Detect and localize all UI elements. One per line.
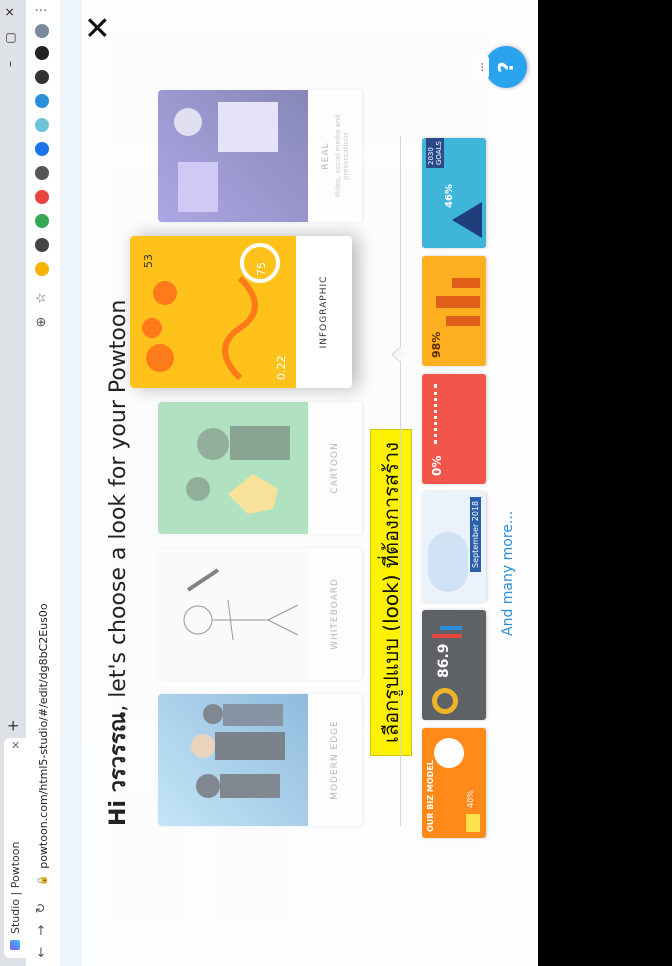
- minimize-button[interactable]: –: [3, 54, 17, 74]
- infographic-image: 75 53 0.22: [130, 236, 296, 388]
- and-many-more-link[interactable]: And many more...: [500, 511, 516, 636]
- cartoon-image: [158, 402, 308, 534]
- infographic-template-thumbnail[interactable]: 0%: [422, 374, 486, 484]
- rotated-screen: Studio | Powtoon × + – ▢ ✕ ← → ↻ 🔒 powto…: [0, 0, 672, 966]
- building-shape: [452, 278, 480, 288]
- greeting: Hi: [106, 800, 131, 826]
- new-tab-button[interactable]: +: [4, 719, 22, 732]
- black-margin: [538, 0, 672, 966]
- forward-icon[interactable]: →: [34, 922, 49, 938]
- sketch-figure-illustration: [183, 568, 299, 641]
- note-shape: [466, 814, 480, 832]
- style-card-real[interactable]: REAL Video, social media and presentatio…: [158, 90, 362, 222]
- zoom-icon[interactable]: ⊕: [34, 314, 49, 330]
- extension-icon[interactable]: [35, 238, 49, 252]
- thumbnail-title: September 2018: [470, 496, 481, 572]
- style-card-label: INFOGRAPHIC: [296, 236, 352, 388]
- building-shape: [446, 316, 480, 326]
- infographic-value: 0.22: [275, 356, 288, 381]
- mountain-shape: [452, 202, 482, 238]
- puzzle-extensions-icon[interactable]: [35, 46, 49, 60]
- infographic-illustration: 75 53 0.22: [142, 243, 288, 381]
- whiteboard-image: [158, 548, 308, 680]
- powtoon-favicon-icon: [10, 940, 20, 950]
- extension-icon[interactable]: [35, 94, 49, 108]
- style-name: MODERN EDGE: [330, 720, 340, 800]
- close-window-button[interactable]: ✕: [3, 2, 17, 22]
- extension-icon[interactable]: [35, 166, 49, 180]
- thai-instruction-caption: เลือกรูปแบบ (look) ที่ต้องการสร้าง: [370, 429, 412, 756]
- style-card-infographic[interactable]: 75 53 0.22 INFOGRAPHIC: [130, 236, 352, 388]
- thumbnail-value: 98%: [430, 331, 443, 358]
- help-button[interactable]: ··· ?: [478, 46, 527, 88]
- thumbnail-title: 2030 GOALS: [426, 138, 444, 168]
- style-description: Video, social media and presentations: [333, 114, 350, 198]
- thumbnail-value: 86.9: [436, 643, 452, 678]
- extension-icon[interactable]: [35, 262, 49, 276]
- infographic-template-thumbnail[interactable]: September 2018: [422, 492, 486, 602]
- divider: [400, 136, 401, 826]
- avatar[interactable]: [35, 24, 49, 38]
- browser-tab-bar: Studio | Powtoon × + – ▢ ✕: [0, 0, 26, 966]
- bar-shape: [432, 634, 462, 638]
- bar-shape: [440, 626, 462, 630]
- extension-icon[interactable]: [35, 70, 49, 84]
- extension-icon[interactable]: [35, 118, 49, 132]
- heading-text: , let's choose a look for your Powtoon: [106, 299, 131, 712]
- extension-icon[interactable]: [35, 190, 49, 204]
- close-modal-button[interactable]: ✕: [79, 14, 117, 41]
- real-video-illustration: [174, 102, 278, 212]
- help-menu-dots: ···: [478, 54, 489, 80]
- world-map-shape: [428, 532, 468, 592]
- cartoon-characters-illustration: [186, 426, 290, 514]
- modern-edge-image: [158, 694, 308, 826]
- tab-title: Studio | Powtoon: [8, 841, 22, 934]
- lock-icon: 🔒: [38, 874, 48, 886]
- style-card-cartoon[interactable]: CARTOON: [158, 402, 362, 534]
- maximize-button[interactable]: ▢: [3, 28, 17, 48]
- back-icon[interactable]: ←: [34, 944, 49, 960]
- building-shape: [436, 296, 480, 308]
- thumbnail-value: 40%: [466, 790, 475, 808]
- bookmark-star-icon[interactable]: ☆: [34, 290, 49, 306]
- address-bar: ← → ↻ 🔒 powtoon.com/html5-studio/#/edit/…: [26, 0, 61, 966]
- business-people-illustration: [191, 704, 285, 798]
- browser-menu-icon[interactable]: ⋮: [34, 2, 49, 18]
- url-text: powtoon.com/html5-studio/#/edit/dg8bC2Eu…: [36, 603, 50, 869]
- user-name: วรวรรณ: [106, 711, 131, 793]
- infographic-template-thumbnail[interactable]: OUR BIZ MODEL 40%: [422, 728, 486, 838]
- infographic-template-thumbnail[interactable]: 2030 GOALS 46%: [422, 138, 486, 248]
- style-card-label: MODERN EDGE: [308, 694, 362, 826]
- style-name: REAL: [320, 142, 331, 170]
- donut-chart-shape: [432, 688, 458, 714]
- infographic-value: 75: [255, 262, 268, 276]
- extension-icon[interactable]: [35, 214, 49, 228]
- real-image: [158, 90, 308, 222]
- infographic-template-thumbnail[interactable]: 98%: [422, 256, 486, 366]
- reload-icon[interactable]: ↻: [34, 900, 49, 916]
- thumbnail-title: OUR BIZ MODEL: [426, 760, 435, 832]
- infographic-value: 53: [142, 254, 155, 268]
- extension-icon[interactable]: [35, 142, 49, 156]
- people-icons: [434, 384, 455, 444]
- style-name: WHITEBOARD: [330, 578, 340, 650]
- question-icon: ?: [494, 61, 518, 73]
- style-card-label: CARTOON: [308, 402, 362, 534]
- style-name: INFOGRAPHIC: [319, 275, 329, 349]
- style-card-label: REAL Video, social media and presentatio…: [308, 90, 362, 222]
- url-field[interactable]: 🔒 powtoon.com/html5-studio/#/edit/dg8bC2…: [33, 326, 53, 886]
- style-card-label: WHITEBOARD: [308, 548, 362, 680]
- style-card-modern-edge[interactable]: MODERN EDGE: [158, 694, 362, 826]
- tab-close-icon[interactable]: ×: [9, 738, 22, 752]
- pie-chart-shape: [434, 738, 464, 768]
- browser-tab[interactable]: Studio | Powtoon ×: [4, 738, 26, 958]
- style-name: CARTOON: [330, 442, 340, 494]
- infographic-template-thumbnail[interactable]: 86.9: [422, 610, 486, 720]
- thumbnail-value: 0%: [430, 455, 444, 476]
- style-card-whiteboard[interactable]: WHITEBOARD: [158, 548, 362, 680]
